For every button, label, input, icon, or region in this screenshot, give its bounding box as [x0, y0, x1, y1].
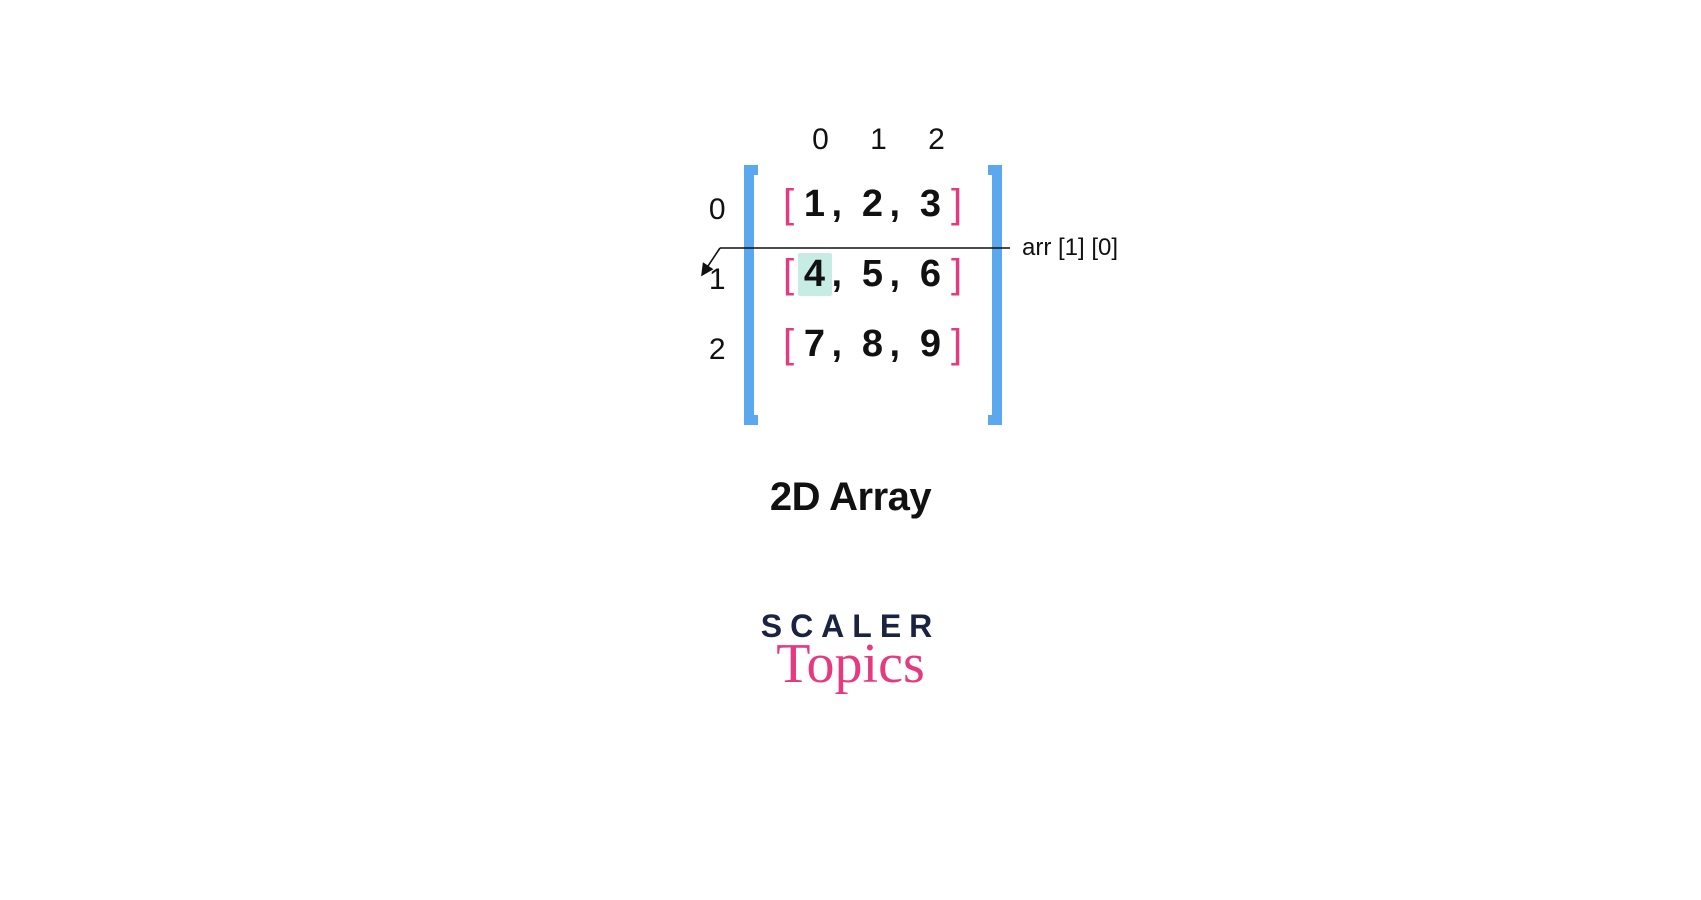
diagram-caption: 2D Array	[770, 475, 931, 520]
logo-text-topics: Topics	[776, 636, 925, 692]
cell-2-2: 9	[914, 323, 948, 366]
comma: ,	[890, 253, 914, 296]
cell-0-0: 1	[798, 183, 832, 226]
matrix-rows: [ 1 , 2 , 3 ] [ 4 , 5 , 6 ]	[780, 169, 966, 379]
annotation-label: arr [1] [0]	[1022, 234, 1118, 262]
diagram-2d-array: 0 1 2 0 1 2 [ 1 , 2 , 3 ]	[700, 115, 1002, 520]
cell-0-1: 2	[856, 183, 890, 226]
row-index-2: 2	[700, 315, 726, 385]
row-index-labels: 0 1 2	[700, 175, 726, 385]
row-bracket-open: [	[780, 182, 798, 227]
column-index-labels: 0 1 2	[780, 115, 966, 165]
brand-logo: SCALER Topics	[761, 610, 941, 692]
matrix-row-0: [ 1 , 2 , 3 ]	[780, 169, 966, 239]
row-index-1: 1	[700, 245, 726, 315]
matrix-row-2: [ 7 , 8 , 9 ]	[780, 309, 966, 379]
row-bracket-close: ]	[948, 322, 966, 367]
cell-0-2: 3	[914, 183, 948, 226]
cell-2-1: 8	[856, 323, 890, 366]
matrix-body: 0 1 2 [ 1 , 2 , 3 ] [ 4 , 5	[758, 115, 988, 379]
comma: ,	[890, 323, 914, 366]
row-bracket-close: ]	[948, 182, 966, 227]
row-bracket-open: [	[780, 252, 798, 297]
cell-2-0: 7	[798, 323, 832, 366]
col-index-0: 0	[792, 123, 850, 157]
row-bracket-open: [	[780, 322, 798, 367]
outer-bracket-left	[744, 165, 758, 425]
cell-1-0-highlighted: 4	[798, 253, 832, 296]
row-index-0: 0	[700, 175, 726, 245]
matrix-row-1: [ 4 , 5 , 6 ]	[780, 239, 966, 309]
col-index-1: 1	[850, 123, 908, 157]
matrix-area: 0 1 2 0 1 2 [ 1 , 2 , 3 ]	[700, 115, 1002, 425]
comma: ,	[832, 183, 856, 226]
comma: ,	[890, 183, 914, 226]
outer-bracket-right	[988, 165, 1002, 425]
cell-1-2: 6	[914, 253, 948, 296]
cell-1-1: 5	[856, 253, 890, 296]
comma: ,	[832, 323, 856, 366]
comma: ,	[832, 253, 856, 296]
row-bracket-close: ]	[948, 252, 966, 297]
col-index-2: 2	[908, 123, 966, 157]
